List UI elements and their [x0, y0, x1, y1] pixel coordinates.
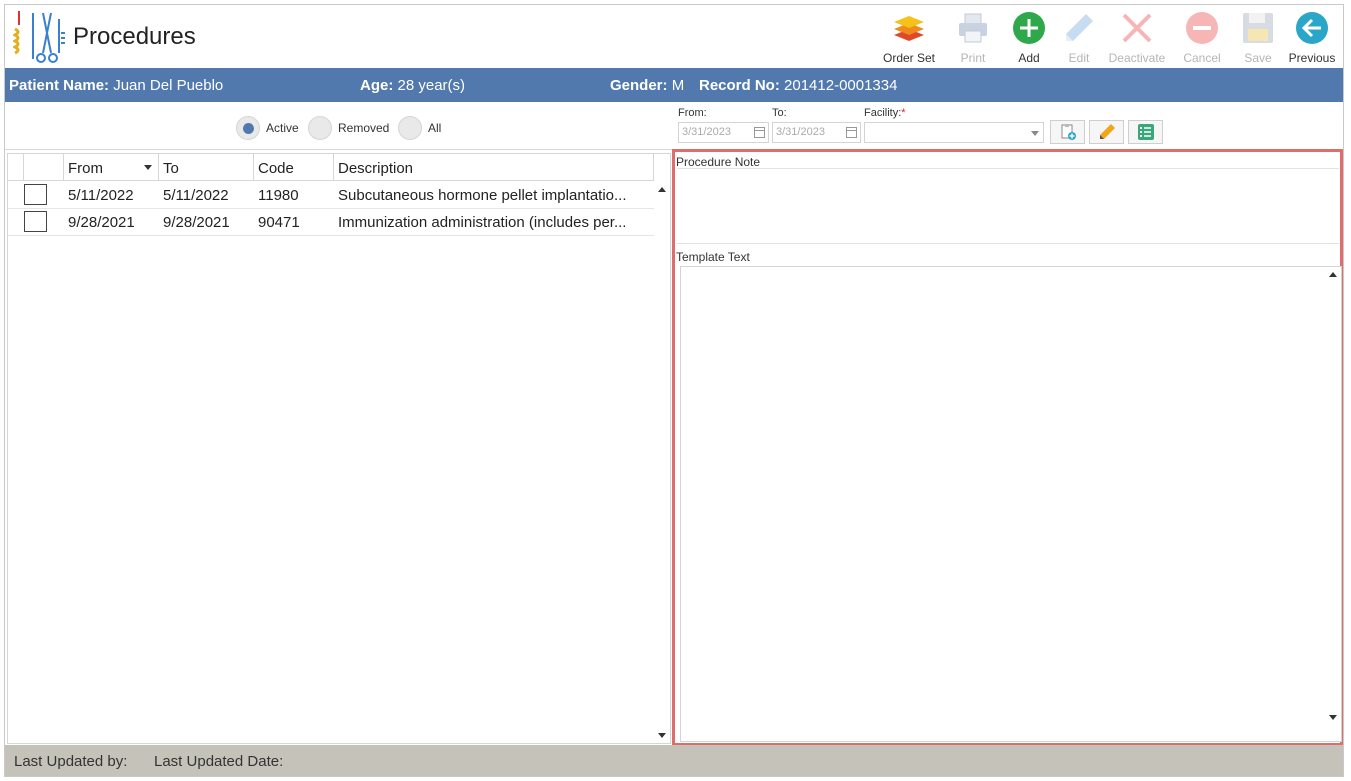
pencil-icon: [1099, 124, 1115, 139]
facility-label: Facility:*: [864, 107, 906, 119]
radio-active[interactable]: Active: [236, 116, 299, 140]
from-date-label: From:: [678, 107, 707, 119]
patient-record-number: Record No: 201412-0001334: [699, 77, 898, 94]
print-button[interactable]: Print: [945, 7, 1001, 67]
deactivate-button[interactable]: Deactivate: [1101, 7, 1173, 67]
radio-unselected-icon: [398, 116, 422, 140]
save-button[interactable]: Save: [1231, 7, 1285, 67]
scroll-up-icon[interactable]: [658, 187, 666, 192]
print-label: Print: [960, 51, 986, 65]
row-checkbox[interactable]: [24, 184, 47, 205]
column-header-to[interactable]: To: [159, 154, 254, 181]
toolbar: Order Set Print Add Edit Deactivate Canc…: [873, 7, 1339, 67]
procedures-window: Procedures Order Set Print Add Edit Deac…: [4, 4, 1344, 777]
table-row[interactable]: 9/28/2021 9/28/2021 90471 Immunization a…: [8, 209, 654, 236]
save-label: Save: [1244, 51, 1272, 65]
column-header-description[interactable]: Description: [334, 154, 654, 181]
grid-header-spacer: [8, 154, 24, 181]
clipboard-add-icon: [1061, 124, 1076, 140]
printer-icon: [959, 13, 987, 43]
page-title: Procedures: [73, 23, 196, 50]
add-button[interactable]: Add: [1001, 7, 1057, 67]
procedure-note-label: Procedure Note: [676, 155, 761, 169]
scroll-down-icon[interactable]: [658, 733, 666, 738]
last-updated-by-label: Last Updated by:: [14, 753, 128, 770]
cell-to: 9/28/2021: [163, 214, 230, 231]
add-note-button[interactable]: [1050, 120, 1085, 144]
status-footer: Last Updated by: Last Updated Date:: [5, 745, 1343, 776]
to-date-field[interactable]: 3/31/2023: [772, 122, 861, 143]
grid-header-select: [24, 154, 64, 181]
last-updated-date-label: Last Updated Date:: [154, 753, 284, 770]
edit-label: Edit: [1068, 51, 1090, 65]
deactivate-label: Deactivate: [1108, 51, 1166, 65]
surgical-instruments-icon: [13, 11, 65, 63]
cell-code: 11980: [258, 187, 299, 204]
previous-label: Previous: [1288, 51, 1336, 65]
floppy-disk-icon: [1243, 13, 1273, 43]
cell-code: 90471: [258, 214, 300, 231]
table-row[interactable]: 5/11/2022 5/11/2022 11980 Subcutaneous h…: [8, 182, 654, 209]
x-icon: [1122, 13, 1152, 43]
scroll-up-icon[interactable]: [1329, 272, 1337, 277]
cancel-button[interactable]: Cancel: [1173, 7, 1231, 67]
radio-removed[interactable]: Removed: [308, 116, 389, 140]
patient-name: Patient Name: Juan Del Pueblo: [9, 77, 224, 94]
arrow-left-circle-icon: [1296, 12, 1328, 44]
plus-circle-icon: [1013, 12, 1045, 44]
to-date-label: To:: [772, 107, 787, 119]
calendar-icon[interactable]: [754, 127, 765, 138]
patient-gender: Gender: M: [610, 77, 685, 94]
sort-descending-icon[interactable]: [144, 165, 152, 170]
procedure-note-field[interactable]: [677, 168, 1339, 244]
layers-icon: [894, 16, 924, 41]
template-text-area[interactable]: [680, 266, 1342, 742]
cell-description: Subcutaneous hormone pellet implantatio.…: [338, 187, 627, 204]
radio-unselected-icon: [308, 116, 332, 140]
add-label: Add: [1018, 51, 1040, 65]
previous-button[interactable]: Previous: [1285, 7, 1339, 67]
edit-button[interactable]: Edit: [1057, 7, 1101, 67]
patient-age: Age: 28 year(s): [360, 77, 466, 94]
pencil-icon: [1066, 14, 1093, 41]
edit-note-button[interactable]: [1089, 120, 1124, 144]
app-header: Procedures Order Set Print Add Edit Deac…: [5, 5, 1343, 68]
patient-info-bar: Patient Name: Juan Del Pueblo Age: 28 ye…: [5, 68, 1343, 102]
column-header-from[interactable]: From: [64, 154, 159, 181]
scroll-down-icon[interactable]: [1329, 715, 1337, 720]
checklist-button[interactable]: [1128, 120, 1163, 144]
cell-description: Immunization administration (includes pe…: [338, 214, 627, 231]
column-header-code[interactable]: Code: [254, 154, 334, 181]
checklist-icon: [1137, 124, 1154, 140]
filter-row: Active Removed All From: 3/31/2023 To: 3…: [5, 102, 1343, 150]
minus-circle-icon: [1186, 12, 1218, 44]
row-checkbox[interactable]: [24, 211, 47, 232]
cell-from: 5/11/2022: [68, 187, 134, 204]
facility-dropdown[interactable]: [864, 122, 1044, 143]
chevron-down-icon: [1031, 131, 1039, 136]
cancel-label: Cancel: [1183, 51, 1221, 65]
grid-scrollbar[interactable]: [654, 181, 670, 743]
cell-from: 9/28/2021: [68, 214, 135, 231]
radio-all[interactable]: All: [398, 116, 441, 140]
procedures-grid: From To Code Description 5/11/2022 5/11/…: [7, 153, 671, 744]
order-set-label: Order Set: [882, 51, 936, 65]
from-date-field[interactable]: 3/31/2023: [678, 122, 769, 143]
procedure-note-panel: Procedure Note Template Text: [672, 149, 1343, 746]
cell-to: 5/11/2022: [163, 187, 229, 204]
order-set-button[interactable]: Order Set: [873, 7, 945, 67]
grid-header: From To Code Description: [8, 154, 654, 181]
template-text-label: Template Text: [676, 250, 750, 264]
calendar-icon[interactable]: [846, 127, 857, 138]
radio-selected-icon: [236, 116, 260, 140]
